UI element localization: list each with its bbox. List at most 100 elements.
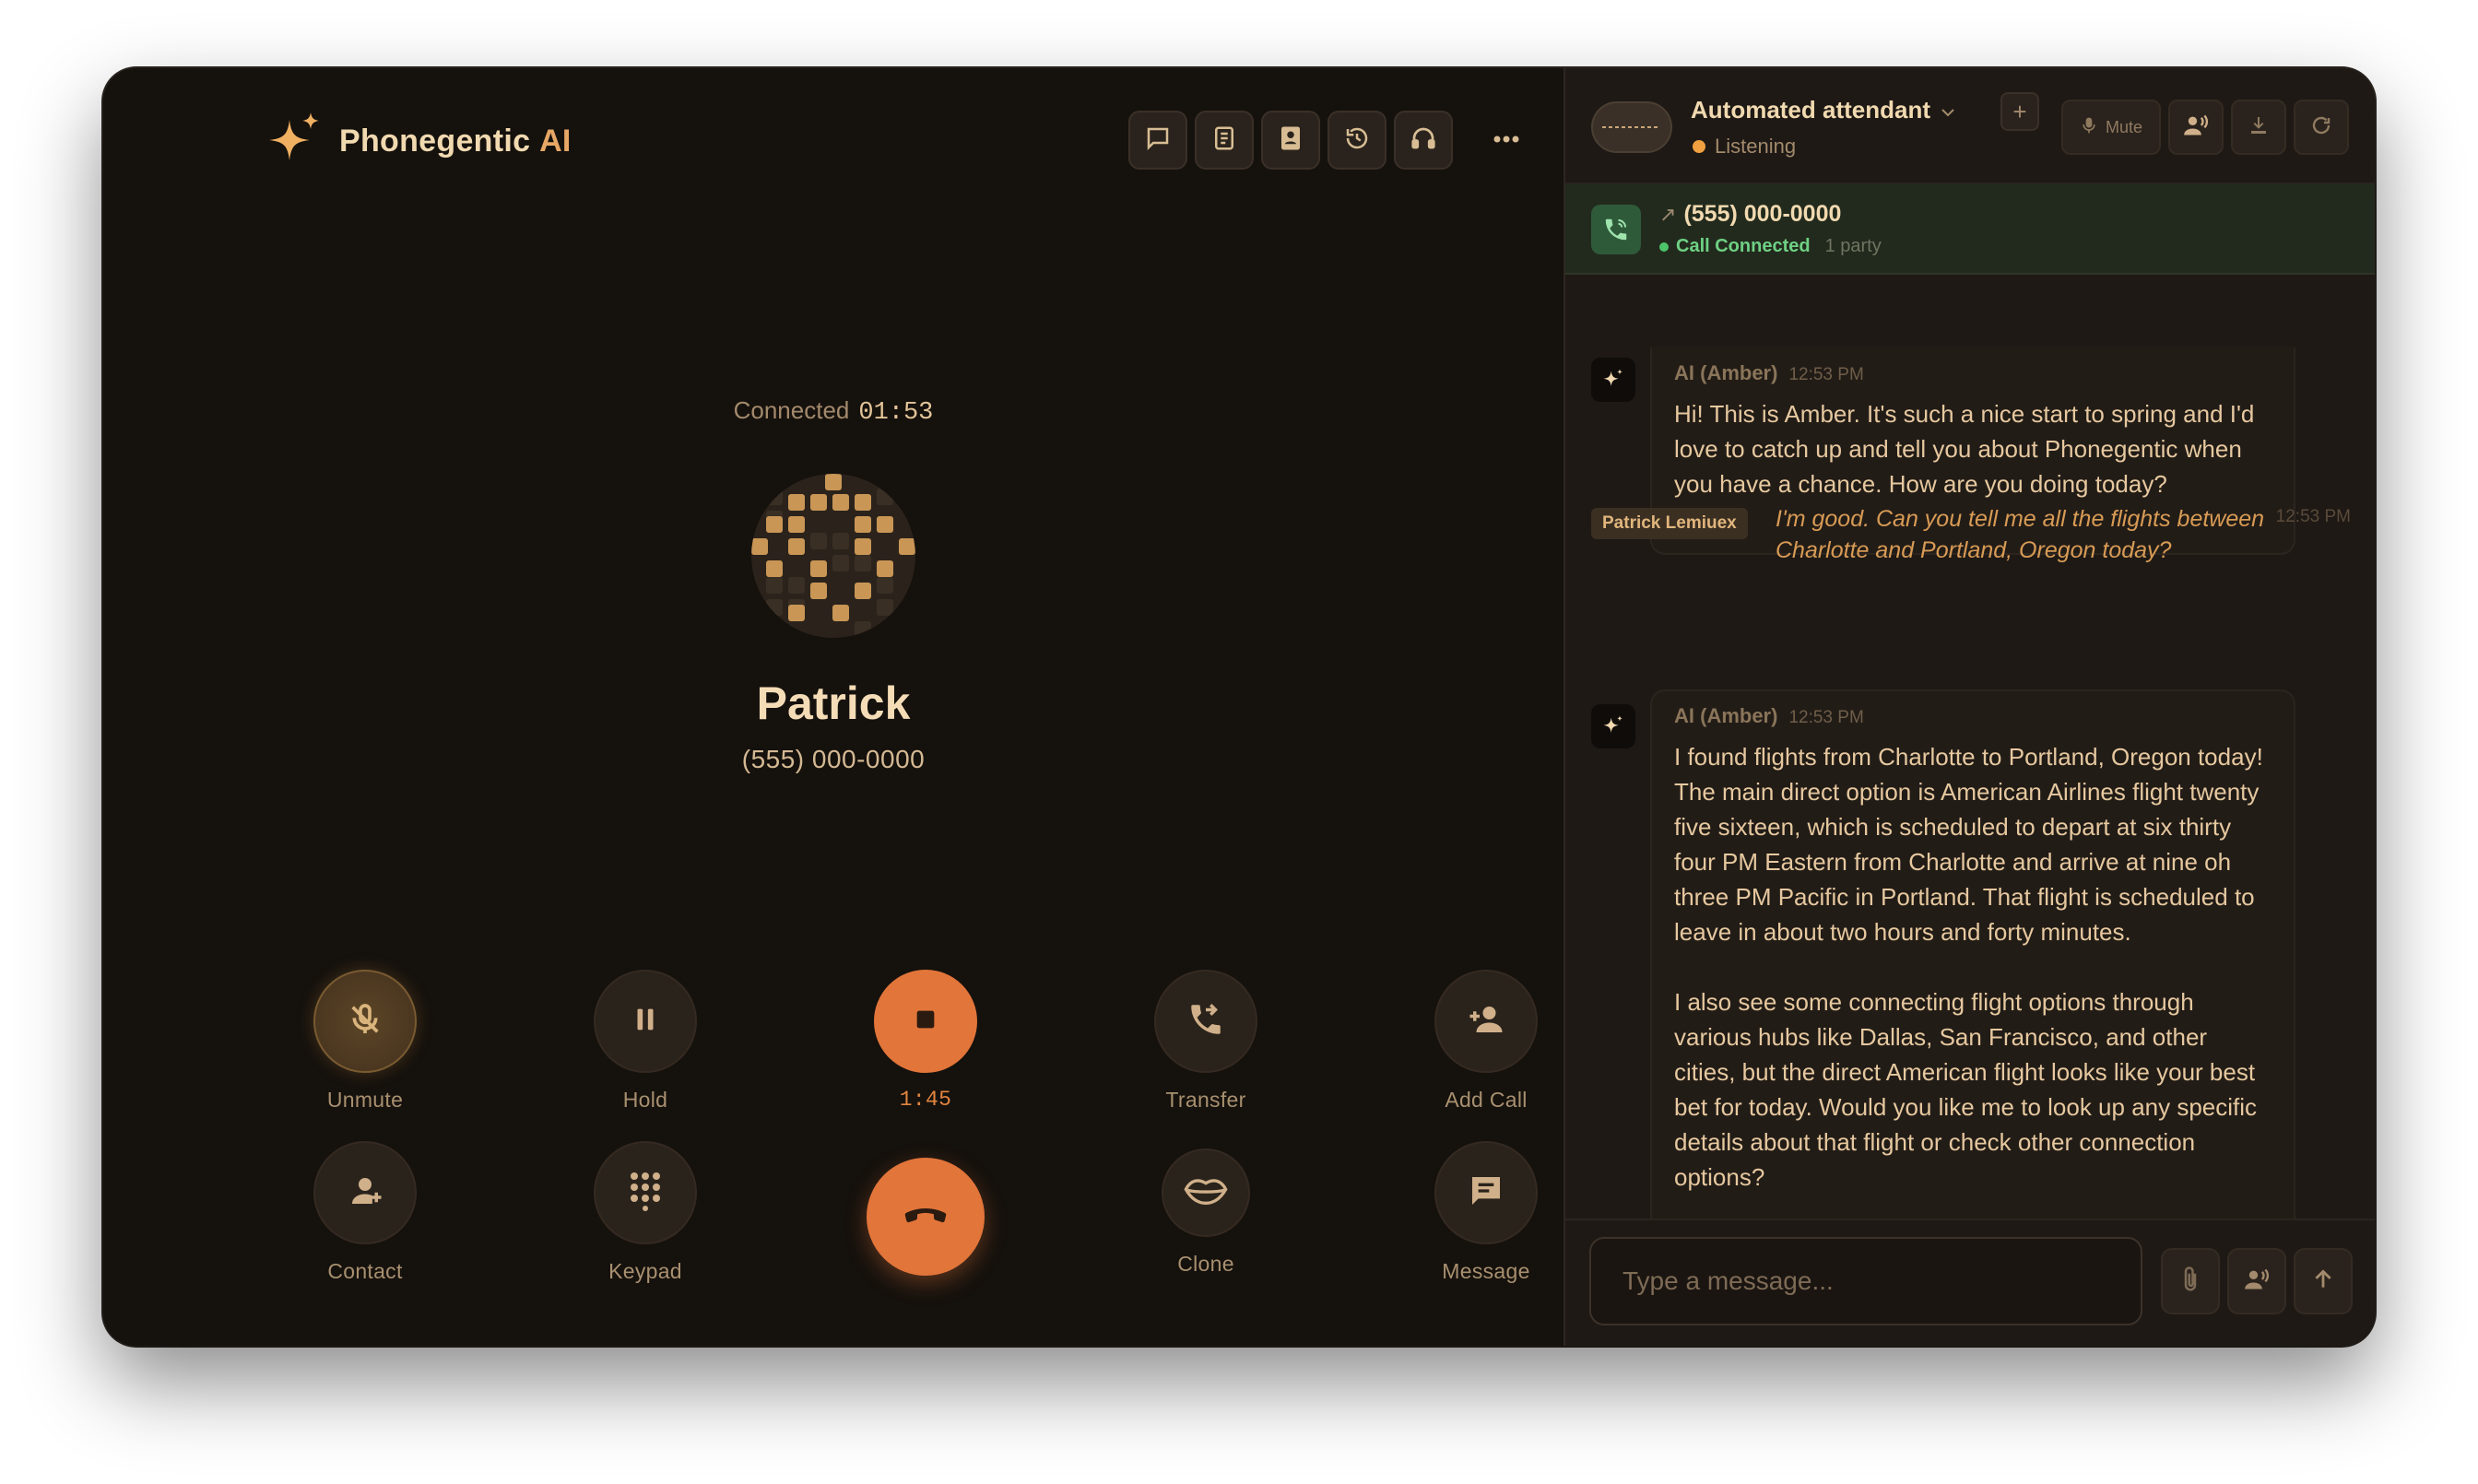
history-icon — [1343, 124, 1371, 157]
attach-button[interactable] — [2161, 1248, 2220, 1314]
notes-button[interactable] — [1195, 111, 1254, 170]
contact-button[interactable] — [313, 1141, 417, 1244]
callbar-number-text: (555) 000-0000 — [1683, 201, 1842, 227]
history-button[interactable] — [1328, 111, 1386, 170]
contact-control: Contact — [273, 1141, 457, 1284]
message-meta: AI (Amber) 12:53 PM — [1674, 704, 2272, 728]
contacts-button[interactable] — [1261, 111, 1320, 170]
hold-control: Hold — [553, 970, 738, 1113]
unmute-control: Unmute — [273, 970, 457, 1113]
app-window: Phonegentic AI Connected 01:53 Patrick (… — [103, 68, 2375, 1346]
pause-icon — [630, 1004, 661, 1040]
add-agent-button[interactable]: + — [2000, 92, 2039, 131]
callbar-state: Call Connected 1 party — [1659, 236, 1882, 257]
message-time: 12:53 PM — [1788, 365, 1864, 384]
end-call-button[interactable] — [867, 1158, 985, 1276]
ai-sparkle-icon — [1591, 358, 1635, 402]
voice-button[interactable] — [2168, 100, 2224, 155]
stop-recording-button[interactable] — [874, 970, 977, 1073]
message-speaker: AI (Amber) — [1674, 704, 1778, 727]
message-label: Message — [1442, 1259, 1530, 1283]
connected-indicator — [1659, 241, 1669, 252]
transfer-label: Transfer — [1165, 1088, 1246, 1112]
more-button[interactable] — [1477, 111, 1536, 170]
stop-icon — [913, 1007, 938, 1037]
add-call-control: Add Call — [1394, 970, 1578, 1113]
contact-add-icon — [346, 1172, 384, 1215]
top-toolbar — [1128, 111, 1536, 170]
speaking-person-icon — [2243, 1266, 2271, 1297]
add-call-label: Add Call — [1445, 1088, 1528, 1112]
headset-icon — [1410, 124, 1437, 157]
keypad-control: Keypad — [553, 1141, 738, 1284]
message-time: 12:53 PM — [1788, 708, 1864, 727]
unmute-button[interactable] — [313, 970, 417, 1073]
call-status: Connected 01:53 — [103, 396, 1564, 427]
user-message-time: 12:53 PM — [2275, 507, 2351, 526]
call-state-label: Call Connected — [1676, 236, 1811, 256]
unmute-label: Unmute — [326, 1088, 404, 1112]
keypad-button[interactable] — [594, 1141, 697, 1244]
paperclip-icon — [2180, 1266, 2201, 1298]
notes-icon — [1210, 124, 1238, 157]
agent-status-label: Listening — [1715, 135, 1797, 158]
outgoing-arrow-icon: ↗ — [1659, 202, 1677, 226]
assistant-pane: Automated attendant + Listening Mute ↗ (… — [1564, 68, 2375, 1346]
message-meta: AI (Amber) 12:53 PM — [1674, 361, 2272, 385]
dialer-pane: Phonegentic AI Connected 01:53 Patrick (… — [103, 68, 1564, 1346]
chevron-down-icon — [1940, 96, 1956, 124]
hang-up-icon — [900, 1189, 951, 1245]
agent-title: Automated attendant — [1691, 96, 1930, 124]
composer-tools — [2161, 1248, 2353, 1314]
user-speaker-tag: Patrick Lemiuex — [1591, 508, 1748, 539]
download-button[interactable] — [2231, 100, 2286, 155]
voice-input-button[interactable] — [2227, 1248, 2286, 1314]
clone-label: Clone — [1177, 1252, 1234, 1276]
composer — [1565, 1219, 2375, 1346]
call-elapsed: 01:53 — [858, 399, 934, 427]
refresh-button[interactable] — [2294, 100, 2349, 155]
transfer-button[interactable] — [1154, 970, 1257, 1073]
add-call-button[interactable] — [1434, 970, 1538, 1073]
agent-selector[interactable]: Automated attendant — [1691, 96, 1956, 124]
message-text: Hi! This is Amber. It's such a nice star… — [1674, 400, 2255, 498]
message-control: Message — [1394, 1141, 1578, 1284]
contact-label: Contact — [327, 1259, 403, 1283]
sparkle-logo-icon — [267, 111, 323, 172]
agent-avatar-pill[interactable] — [1591, 101, 1672, 153]
more-icon — [1493, 132, 1520, 148]
keypad-label: Keypad — [608, 1259, 682, 1283]
phone-forward-icon — [1186, 1000, 1225, 1043]
headset-button[interactable] — [1394, 111, 1453, 170]
user-message-text: I'm good. Can you tell me all the flight… — [1776, 506, 2265, 563]
brand-name: Phonegentic AI — [339, 124, 572, 159]
arrow-up-icon — [2311, 1266, 2335, 1297]
transcript: AI (Amber) 12:53 PM Hi! This is Amber. I… — [1565, 275, 2375, 1287]
agent-status: Listening — [1693, 135, 1796, 159]
record-control: 1:45 — [833, 970, 1018, 1112]
clone-button[interactable] — [1162, 1148, 1250, 1237]
mic-off-icon — [347, 1001, 384, 1042]
end-call-control — [833, 1158, 1018, 1276]
hold-button[interactable] — [594, 970, 697, 1073]
download-icon — [2248, 113, 2270, 142]
party-count: 1 party — [1824, 236, 1882, 256]
message-input[interactable] — [1589, 1237, 2142, 1325]
mic-icon — [2080, 114, 2098, 141]
record-timer: 1:45 — [899, 1088, 952, 1112]
speaking-person-icon — [2182, 112, 2210, 143]
ai-message: AI (Amber) 12:53 PM I found flights from… — [1650, 689, 2295, 1257]
assistant-header: Automated attendant + Listening Mute — [1565, 68, 2375, 184]
mute-agent-button[interactable]: Mute — [2060, 100, 2161, 155]
message-button[interactable] — [1434, 1141, 1538, 1244]
call-status-bar: ↗ (555) 000-0000 Call Connected 1 party — [1565, 184, 2375, 275]
send-button[interactable] — [2294, 1248, 2353, 1314]
assistant-tools: Mute — [2060, 100, 2349, 155]
chat-button[interactable] — [1128, 111, 1187, 170]
caller-number: (555) 000-0000 — [741, 745, 926, 773]
message-speaker: AI (Amber) — [1674, 361, 1778, 384]
lips-icon — [1183, 1175, 1229, 1211]
brand: Phonegentic AI — [267, 111, 572, 172]
mute-agent-label: Mute — [2105, 117, 2142, 136]
contacts-icon — [1277, 124, 1304, 157]
